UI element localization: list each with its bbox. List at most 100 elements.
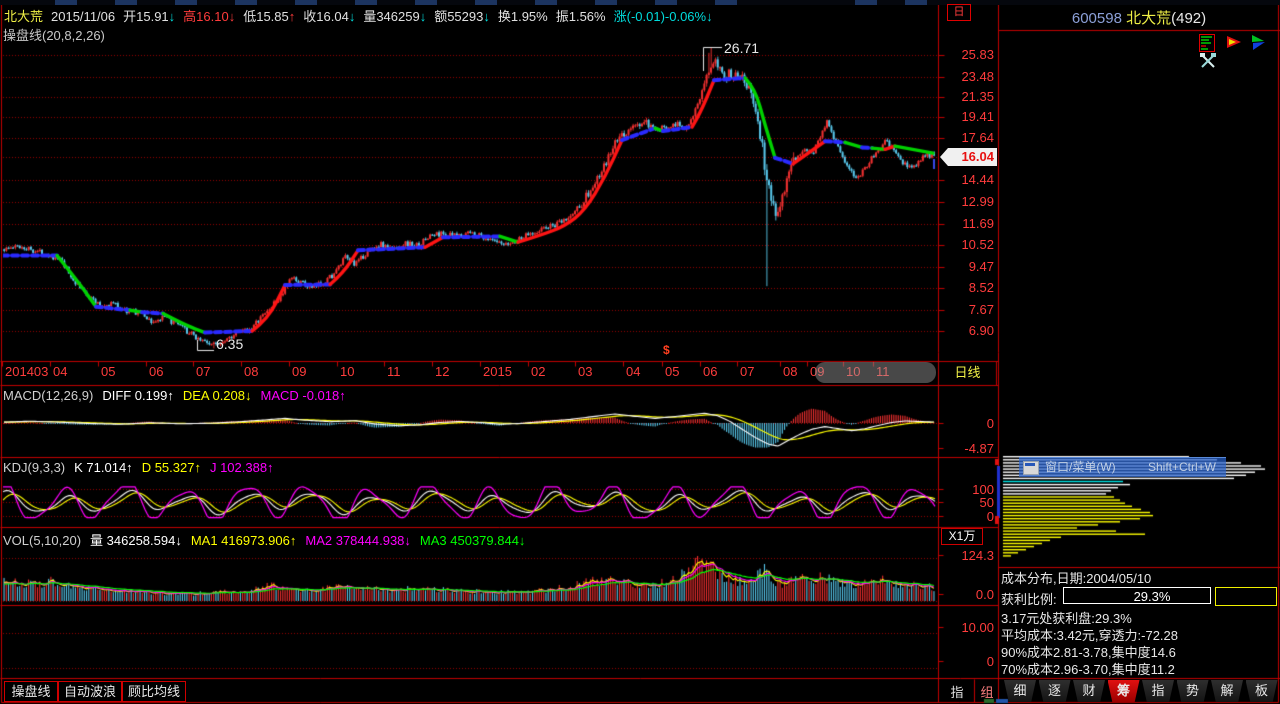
stock-info-item: 开15.91↓ xyxy=(123,9,175,24)
tab-势[interactable]: 势 xyxy=(1177,680,1209,702)
y-axis-tick: 14.44 xyxy=(938,172,994,187)
flag-icon[interactable] xyxy=(1225,34,1243,52)
sub-axis-tick: 0 xyxy=(940,509,994,524)
indicator-value: VOL(5,10,20) xyxy=(3,533,81,548)
indicator-value: DEA 0.208↓ xyxy=(183,388,252,403)
x-axis-tick: 06 xyxy=(703,364,717,379)
x-axis-tick: 07 xyxy=(740,364,754,379)
tab-顾比均线[interactable]: 顾比均线 xyxy=(122,681,186,702)
sub-axis-tick: 10.00 xyxy=(940,620,994,635)
trend-arrow: ↑ xyxy=(289,9,296,24)
profit-ratio-bar: 29.3% xyxy=(1063,587,1211,604)
toolbar-icon-remnant xyxy=(655,0,677,5)
x-axis-tick: 06 xyxy=(149,364,163,379)
x-axis-tick: 09 xyxy=(292,364,306,379)
sub-axis-tick: 50 xyxy=(940,495,994,510)
toolbar-icon-remnant xyxy=(115,0,137,5)
x-axis-tick: 08 xyxy=(783,364,797,379)
stock-info-item: 北大荒 xyxy=(4,9,43,24)
stock-info-item: 高16.10↓ xyxy=(183,9,235,24)
y-axis-tick: 7.67 xyxy=(938,302,994,317)
right-panel-toolbar xyxy=(1195,34,1280,70)
stock-info-item: 涨(-0.01)-0.06%↓ xyxy=(614,9,713,24)
mini-label-indicator[interactable]: 指 xyxy=(941,682,973,701)
x-axis-tick: 04 xyxy=(626,364,640,379)
x-axis-tick: 201403 xyxy=(5,364,48,379)
y-axis-tick: 12.99 xyxy=(938,194,994,209)
profit-ratio-row: 获利比例: 29.3% xyxy=(1001,589,1057,608)
toolbar-icon-remnant xyxy=(535,0,557,5)
stock-name: 北大荒 xyxy=(1126,10,1171,27)
stock-info-item: 换1.95% xyxy=(498,9,548,24)
y-axis-tick: 21.35 xyxy=(938,89,994,104)
y-axis-tick: 6.90 xyxy=(938,323,994,338)
toolbar-icon-remnant xyxy=(175,0,197,5)
tab-指[interactable]: 指 xyxy=(1142,680,1174,702)
x-axis-tick: 11 xyxy=(387,364,401,379)
trend-arrow: ↓ xyxy=(483,9,490,24)
sub-axis-tick: 0 xyxy=(940,654,994,669)
window-menu-tooltip[interactable]: 窗口/菜单(W) Shift+Ctrl+W xyxy=(1019,457,1226,477)
indicator-value: J 102.388↑ xyxy=(210,460,274,475)
toolbar-icon-remnant xyxy=(295,0,317,5)
x-axis-tick: 07 xyxy=(196,364,210,379)
toolbar-icon-remnant xyxy=(715,0,737,5)
x-axis-tick: 02 xyxy=(531,364,545,379)
profit-ratio-spare-box xyxy=(1215,587,1277,606)
toolbar-remnant xyxy=(0,0,1280,5)
tab-操盘线[interactable]: 操盘线 xyxy=(4,681,58,702)
tab-板[interactable]: 板 xyxy=(1246,680,1278,702)
tooltip-label: 窗口/菜单(W) xyxy=(1045,458,1116,477)
toolbar-icon-remnant xyxy=(595,0,617,5)
macd-values-label: MACD(12,26,9)DIFF 0.199↑DEA 0.208↓MACD -… xyxy=(3,388,355,403)
stock-info-item: 2015/11/06 xyxy=(51,9,115,24)
tools-icon[interactable] xyxy=(1199,52,1217,70)
x-axis-tick: 08 xyxy=(244,364,258,379)
x-axis-tick: 12 xyxy=(435,364,449,379)
stock-info-item: 低15.85↑ xyxy=(243,9,295,24)
stock-terminal-window: { "colors":{"axis_red":"#ff3c3c","border… xyxy=(0,0,1280,704)
tab-自动波浪[interactable]: 自动波浪 xyxy=(58,681,122,702)
sub-axis-tick: 124.3 xyxy=(940,548,994,563)
profit-ratio-label: 获利比例: xyxy=(1001,592,1057,607)
vol-values-label: VOL(5,10,20)量 346258.594↓MA1 416973.906↑… xyxy=(3,530,534,549)
sub-axis-tick: 0.0 xyxy=(940,587,994,602)
indicator-value: MA2 378444.938↓ xyxy=(305,533,411,548)
y-axis-tick: 8.52 xyxy=(938,280,994,295)
indicator-value: MACD(12,26,9) xyxy=(3,388,93,403)
stock-info-bar: 北大荒2015/11/06开15.91↓高16.10↓低15.85↑收16.04… xyxy=(4,6,721,22)
y-axis-tick: 17.64 xyxy=(938,130,994,145)
trend-arrow: ↓ xyxy=(229,9,236,24)
cost-title: 成本分布,日期:2004/05/10 xyxy=(1001,568,1151,587)
y-axis-tick: 10.52 xyxy=(938,237,994,252)
tab-财[interactable]: 财 xyxy=(1073,680,1105,702)
tab-筹[interactable]: 筹 xyxy=(1108,680,1140,702)
stock-info-item: 额55293↓ xyxy=(434,9,490,24)
y-axis-tick: 19.41 xyxy=(938,109,994,124)
tab-解[interactable]: 解 xyxy=(1211,680,1243,702)
tab-逐[interactable]: 逐 xyxy=(1039,680,1071,702)
trend-arrow: ↓ xyxy=(706,9,713,24)
toolbar-icon-remnant xyxy=(235,0,257,5)
stock-info-item: 振1.56% xyxy=(556,9,606,24)
indicator-value: MA3 450379.844↓ xyxy=(420,533,526,548)
x-axis-tick: 10 xyxy=(340,364,354,379)
x-axis-tick: 05 xyxy=(101,364,115,379)
toolbar-icon-remnant xyxy=(855,0,877,5)
high-annotation: 26.71 xyxy=(724,40,759,56)
tab-细[interactable]: 细 xyxy=(1004,680,1036,702)
chip-distribution-icon[interactable] xyxy=(1199,34,1217,52)
trend-arrow: ↓ xyxy=(349,9,356,24)
stock-count: (492) xyxy=(1171,10,1206,27)
period-label[interactable]: 日线 xyxy=(939,362,996,384)
mini-label-group[interactable]: 组 xyxy=(976,682,998,701)
y-axis-tick: 25.83 xyxy=(938,47,994,62)
x-axis-tick: 05 xyxy=(665,364,679,379)
trend-arrow-icon[interactable] xyxy=(1250,34,1268,52)
sub-axis-tick: -4.87 xyxy=(940,441,994,456)
window-icon xyxy=(1023,461,1039,475)
indicator-value: MA1 416973.906↑ xyxy=(191,533,297,548)
daily-period-icon[interactable]: 日 xyxy=(947,4,971,21)
timeline-scroll-thumb[interactable] xyxy=(815,362,936,383)
volume-unit-label: X1万 xyxy=(941,528,983,545)
